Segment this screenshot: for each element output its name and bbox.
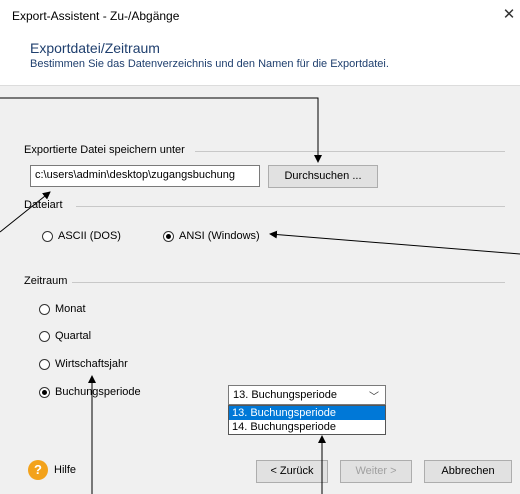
annotation-overlay	[0, 97, 520, 494]
annotation-arrow-ansi	[269, 230, 520, 255]
annotation-arrow-browse	[0, 97, 322, 163]
annotation-arrow-path	[0, 191, 51, 233]
